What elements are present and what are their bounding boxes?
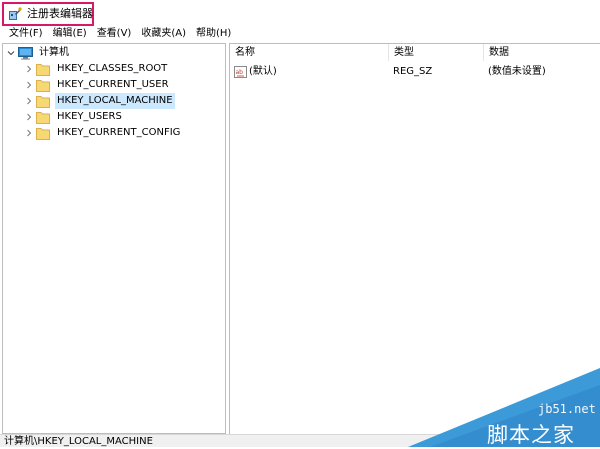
folder-icon bbox=[36, 62, 52, 76]
chevron-down-icon[interactable] bbox=[7, 45, 15, 61]
chevron-right-icon[interactable] bbox=[25, 93, 33, 109]
computer-icon bbox=[18, 46, 34, 60]
tree-node-label: HKEY_USERS bbox=[57, 111, 122, 122]
tree-node-label: HKEY_CLASSES_ROOT bbox=[57, 63, 168, 74]
value-row[interactable]: ab (默认) REG_SZ (数值未设置) bbox=[230, 64, 600, 80]
tree-node-hkey-current-config[interactable]: HKEY_CURRENT_CONFIG bbox=[25, 125, 182, 141]
chevron-right-icon[interactable] bbox=[25, 61, 33, 77]
value-type: REG_SZ bbox=[393, 66, 433, 77]
tree-node-hkey-classes-root[interactable]: HKEY_CLASSES_ROOT bbox=[25, 61, 169, 77]
menu-edit[interactable]: 编辑(E) bbox=[48, 26, 92, 42]
folder-icon bbox=[36, 126, 52, 140]
tree-node-hkey-users[interactable]: HKEY_USERS bbox=[25, 109, 124, 125]
menu-help[interactable]: 帮助(H) bbox=[191, 26, 236, 42]
values-list[interactable]: 名称 类型 数据 ab (默认) REG_SZ (数值未设置) bbox=[229, 43, 600, 434]
status-path: 计算机\HKEY_LOCAL_MACHINE bbox=[4, 436, 153, 447]
chevron-right-icon[interactable] bbox=[25, 125, 33, 141]
tree-node-label: HKEY_CURRENT_USER bbox=[57, 79, 169, 90]
menu-favorites[interactable]: 收藏夹(A) bbox=[136, 26, 191, 42]
folder-icon bbox=[36, 94, 52, 108]
status-bar: 计算机\HKEY_LOCAL_MACHINE bbox=[0, 434, 600, 447]
title-bar: 注册表编辑器 bbox=[0, 0, 600, 26]
menu-view[interactable]: 查看(V) bbox=[92, 26, 137, 42]
folder-icon bbox=[36, 78, 52, 92]
tree-node-label: HKEY_CURRENT_CONFIG bbox=[57, 127, 181, 138]
menu-bar: 文件(F) 编辑(E) 查看(V) 收藏夹(A) 帮助(H) bbox=[0, 26, 600, 42]
menu-file[interactable]: 文件(F) bbox=[0, 26, 48, 42]
column-header-name[interactable]: 名称 bbox=[230, 44, 388, 61]
chevron-right-icon[interactable] bbox=[25, 77, 33, 93]
tree-node-label: HKEY_LOCAL_MACHINE bbox=[55, 93, 175, 109]
tree-node-computer[interactable]: 计算机 bbox=[7, 45, 71, 61]
string-value-icon: ab bbox=[234, 66, 247, 78]
window-title: 注册表编辑器 bbox=[27, 7, 93, 20]
value-name: (默认) bbox=[249, 66, 277, 77]
registry-editor-icon bbox=[8, 7, 22, 21]
column-header-type[interactable]: 类型 bbox=[389, 44, 483, 61]
tree-node-label: 计算机 bbox=[39, 47, 69, 58]
value-data: (数值未设置) bbox=[488, 66, 546, 77]
list-header: 名称 类型 数据 bbox=[230, 44, 600, 61]
tree-node-hkey-current-user[interactable]: HKEY_CURRENT_USER bbox=[25, 77, 171, 93]
column-header-data[interactable]: 数据 bbox=[484, 44, 600, 61]
svg-text:ab: ab bbox=[236, 69, 244, 76]
chevron-right-icon[interactable] bbox=[25, 109, 33, 125]
folder-icon bbox=[36, 110, 52, 124]
tree-node-hkey-local-machine[interactable]: HKEY_LOCAL_MACHINE bbox=[25, 93, 175, 109]
registry-tree[interactable]: 计算机 HKEY_CLASSES_ROOT HKEY_CURRENT_USER … bbox=[2, 43, 226, 434]
